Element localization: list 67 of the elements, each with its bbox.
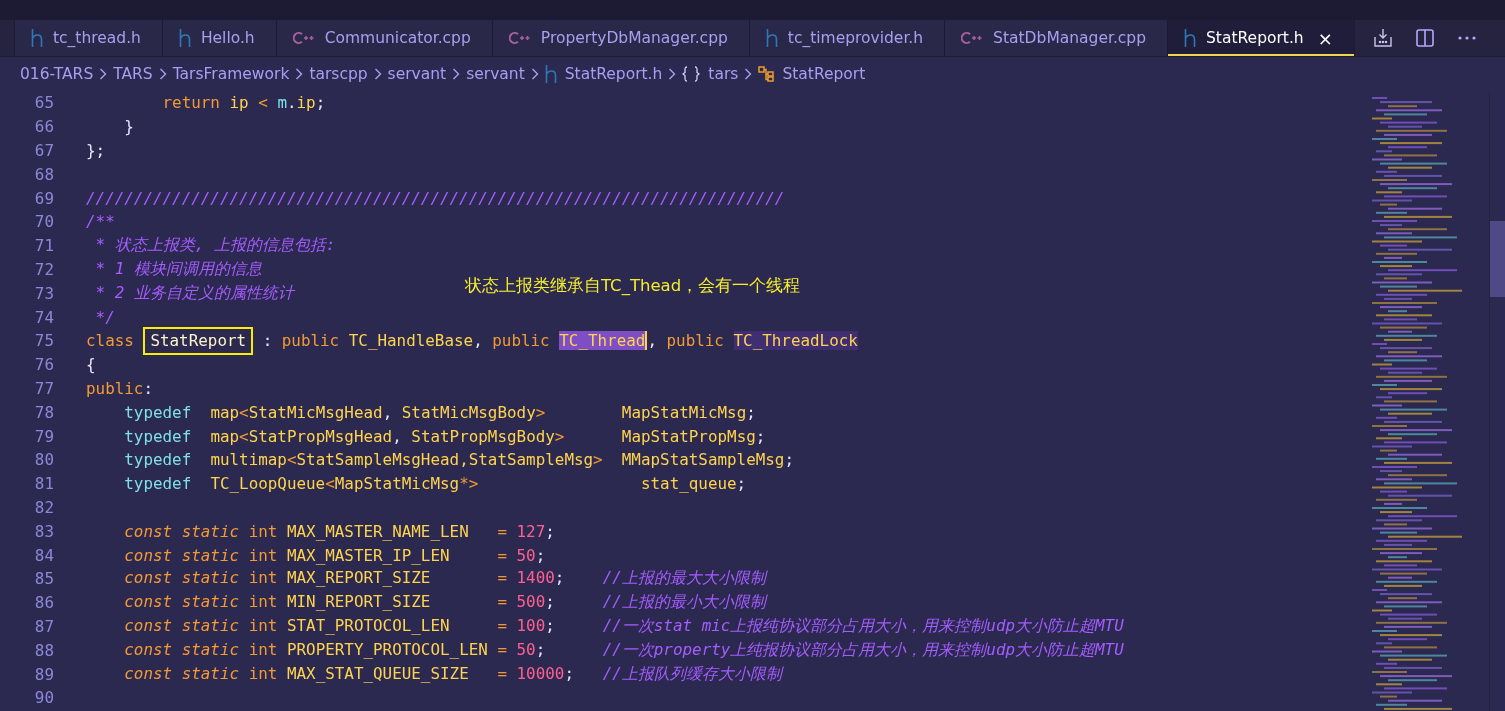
line-number: 76 bbox=[33, 355, 55, 375]
editor-tab[interactable]: StatDbManager.cpp bbox=[945, 20, 1169, 56]
line-number: 75 bbox=[33, 331, 55, 351]
annotation-text: 状态上报类继承自TC_Thead，会有一个线程 bbox=[465, 275, 801, 297]
line-number: 65 bbox=[33, 93, 55, 113]
code-line: const static int MAX_REPORT_SIZE = 1400; //上报的最大大小限制 bbox=[123, 568, 766, 590]
breadcrumb-item[interactable]: servant bbox=[387, 65, 447, 83]
code-line: typedef TC_LoopQueue<MapStatMicMsg*> stat_queue; bbox=[123, 474, 747, 494]
code-line: const static int MAX_STAT_QUEUE_SIZE = 10000; //上报队列缓存大小限制 bbox=[123, 663, 782, 685]
breadcrumb-item[interactable]: servant bbox=[466, 65, 525, 83]
code-line: class StatReport : public TC_HandleBase, public TC_Thread, public TC_ThreadLock bbox=[86, 326, 858, 355]
code-line: typedef map<StatPropMsgHead, StatPropMsgBody> MapStatPropMsg; bbox=[123, 426, 766, 446]
code-line: * 1 模块间调用的信息 bbox=[94, 258, 262, 280]
line-number: 84 bbox=[33, 545, 55, 565]
line-number: 73 bbox=[33, 283, 55, 303]
editor-tab[interactable]: tc_timeprovider.h bbox=[749, 20, 946, 56]
breadcrumb-item[interactable]: TARS bbox=[113, 65, 153, 83]
line-number: 78 bbox=[33, 402, 55, 422]
line-number: 68 bbox=[33, 164, 55, 184]
editor-tab[interactable]: Hello.h bbox=[162, 20, 277, 56]
code-line: const static int MIN_REPORT_SIZE = 500; //上报的最小大小限制 bbox=[123, 592, 766, 614]
line-number: 80 bbox=[33, 450, 55, 470]
breadcrumb-item[interactable]: tars bbox=[708, 65, 739, 83]
code-line: const static int PROPERTY_PROTOCOL_LEN = 50; //一次property上纯报协议部分占用大小，用来控制udp大小防止超MTU bbox=[123, 639, 1124, 661]
line-number: 81 bbox=[33, 474, 55, 494]
code-line: typedef map<StatMicMsgHead, StatMicMsgBody> MapStatMicMsg; bbox=[123, 402, 756, 422]
editor-tab[interactable]: StatReport.h × bbox=[1168, 20, 1355, 56]
breadcrumb-item[interactable]: StatReport bbox=[782, 65, 866, 83]
breadcrumb-item[interactable]: 016-TARS bbox=[20, 65, 94, 83]
breadcrumb-item[interactable]: TarsFramework bbox=[172, 65, 290, 83]
line-number: 69 bbox=[33, 188, 55, 208]
line-number: 66 bbox=[33, 117, 55, 137]
line-number: 86 bbox=[33, 593, 55, 613]
line-number: 88 bbox=[33, 640, 55, 660]
code-line: * 状态上报类, 上报的信息包括: bbox=[94, 235, 336, 257]
code-line: public: bbox=[86, 378, 153, 398]
code-line: const static int MAX_MASTER_NAME_LEN = 127; bbox=[123, 521, 555, 541]
editor-tab[interactable]: PropertyDbManager.cpp bbox=[492, 20, 750, 56]
code-line: { bbox=[86, 355, 96, 375]
code-line: }; bbox=[86, 141, 106, 160]
line-number: 71 bbox=[33, 236, 55, 256]
line-number: 82 bbox=[33, 497, 55, 517]
line-number: 87 bbox=[33, 616, 55, 636]
close-icon[interactable]: × bbox=[1317, 27, 1333, 49]
line-number: 77 bbox=[33, 378, 55, 398]
line-number: 72 bbox=[33, 259, 55, 279]
line-number: 79 bbox=[33, 426, 55, 446]
code-line: } bbox=[123, 117, 134, 137]
code-line: /** bbox=[86, 212, 115, 232]
breadcrumb-item[interactable]: tarscpp bbox=[309, 65, 368, 83]
code-line: */ bbox=[94, 307, 115, 327]
line-number: 83 bbox=[33, 521, 55, 541]
code-line: ///////////////////////////////////////////////////////////////////////// bbox=[86, 188, 785, 208]
code-line: return ip < m.ip; bbox=[161, 93, 326, 113]
line-number: 67 bbox=[33, 141, 55, 160]
line-number: 70 bbox=[33, 212, 55, 232]
editor-tab[interactable]: tc_thread.h bbox=[15, 20, 163, 56]
line-number: 85 bbox=[33, 569, 55, 589]
code-line: const static int STAT_PROTOCOL_LEN = 100; //一次stat mic上报纯协议部分占用大小，用来控制udp大小防止超MTU bbox=[123, 615, 1124, 637]
line-number: 74 bbox=[33, 307, 55, 327]
breadcrumb-item[interactable]: StatReport.h bbox=[564, 65, 663, 83]
code-line: const static int MAX_MASTER_IP_LEN = 50; bbox=[123, 545, 546, 565]
line-number: 89 bbox=[33, 664, 55, 684]
code-line: * 2 业务自定义的属性统计 bbox=[94, 282, 294, 304]
line-number: 90 bbox=[33, 688, 55, 708]
editor-tab[interactable]: Communicator.cpp bbox=[276, 20, 493, 56]
code-line: typedef multimap<StatSampleMsgHead,StatSampleMsg> MMapStatSampleMsg; bbox=[123, 450, 794, 470]
